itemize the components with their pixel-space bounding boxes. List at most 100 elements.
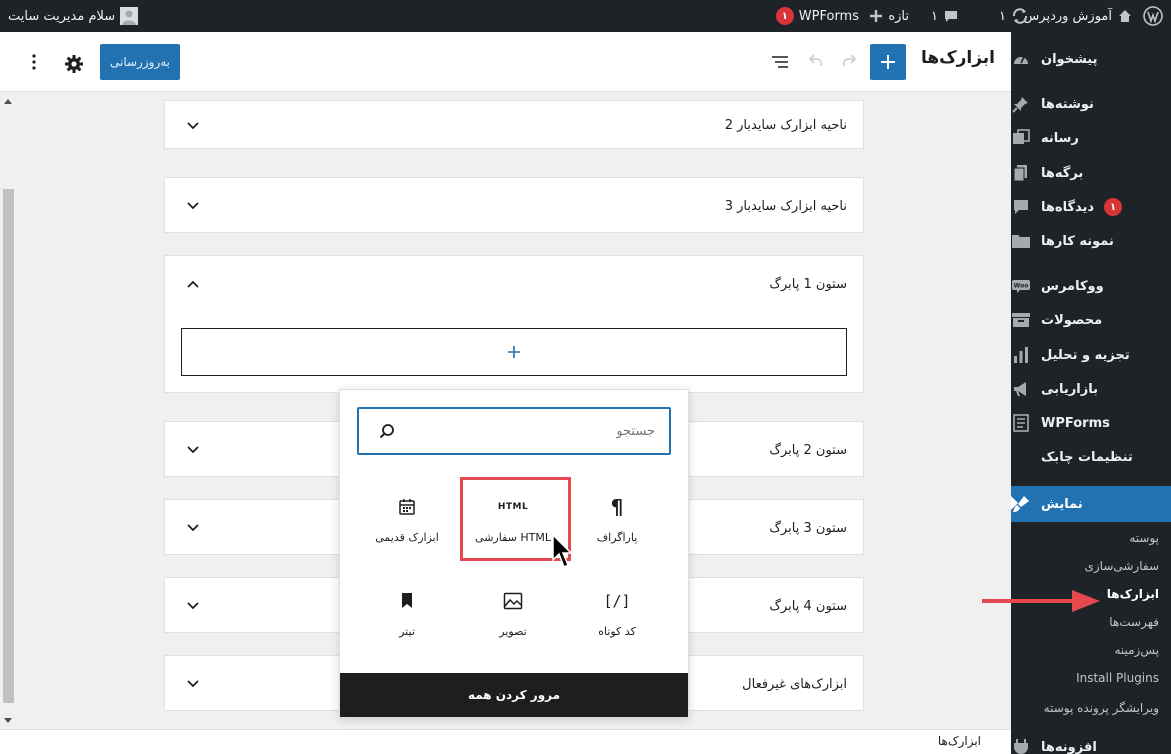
add-block-button[interactable] [870, 44, 906, 80]
shortcode-icon: [/] [603, 591, 631, 610]
submenu-item-install-plugins[interactable]: Install Plugins [1076, 665, 1159, 691]
plus-icon [881, 55, 895, 69]
gear-icon [65, 55, 83, 73]
options-button[interactable] [22, 50, 46, 74]
search-input[interactable] [405, 423, 655, 439]
mouse-cursor-icon [552, 533, 574, 574]
home-icon [1117, 8, 1133, 24]
submenu-item-menus[interactable]: فهرست‌ها [1109, 609, 1159, 635]
pages-icon [1011, 163, 1031, 183]
widget-area-sidebar-3[interactable]: ناحیه ابزارک سایدبار 3 [164, 177, 864, 233]
pin-icon [1011, 94, 1031, 114]
updates-link[interactable]: ۱ [999, 0, 1029, 32]
plugin-icon [1011, 737, 1031, 754]
comments-link[interactable]: ۱ [931, 0, 959, 32]
page-title: ابزارک‌ها [921, 48, 995, 68]
wpforms-badge: ۱ [775, 7, 794, 25]
refresh-icon [1011, 7, 1029, 25]
editor-footer: ابزارک‌ها [0, 729, 1011, 754]
svg-text:Woo: Woo [1014, 283, 1029, 290]
avatar [120, 7, 139, 25]
comment-icon [943, 8, 959, 24]
block-legacy-widget[interactable]: ابزارک قدیمی [352, 477, 462, 561]
plus-icon [869, 9, 883, 23]
menu-item-posts[interactable]: نوشته‌ها [1011, 87, 1171, 121]
chevron-down-icon[interactable] [185, 198, 201, 214]
megaphone-icon [1011, 379, 1031, 399]
menu-item-products[interactable]: محصولات [1011, 303, 1171, 337]
submenu-item-theme-editor[interactable]: ویرایشگر پرونده پوسته [1044, 695, 1159, 721]
menu-item-analytics[interactable]: تجزیه و تحلیل [1011, 338, 1171, 372]
submenu-item-themes[interactable]: پوسته [1129, 525, 1159, 551]
panel-title: ابزارک‌های غیرفعال [742, 676, 847, 692]
list-view-button[interactable] [768, 50, 792, 74]
menu-item-woocommerce[interactable]: ووکامرس Woo [1011, 269, 1171, 303]
wpforms-link[interactable]: WPForms ۱ [775, 0, 859, 32]
undo-icon [808, 54, 822, 66]
menu-item-media[interactable]: رسانه [1011, 121, 1171, 155]
menu-item-plugins[interactable]: افزونه‌ها [1011, 730, 1171, 754]
redo-icon [843, 54, 857, 66]
image-icon [503, 589, 523, 613]
paragraph-icon: ¶ [610, 494, 624, 519]
forms-icon [1011, 413, 1031, 433]
menu-item-appearance[interactable]: نمایش [1011, 486, 1171, 522]
brush-icon [1011, 494, 1031, 514]
submenu-item-customize[interactable]: سفارشی‌سازی [1084, 553, 1159, 579]
panel-title: ستون 1 پابرگ [769, 276, 847, 292]
menu-item-wpforms[interactable]: WPForms [1011, 406, 1171, 440]
chevron-down-icon[interactable] [185, 442, 201, 458]
chart-icon [1011, 345, 1031, 365]
search-box[interactable] [357, 407, 671, 455]
browse-all-button[interactable]: مرور کردن همه [340, 673, 688, 717]
block-shortcode[interactable]: [/] کد کوتاه [562, 571, 672, 655]
dashboard-icon [1011, 49, 1031, 69]
annotation-arrow-icon [980, 588, 1102, 618]
scroll-down-arrow[interactable] [4, 718, 12, 723]
menu-item-pages[interactable]: برگه‌ها [1011, 156, 1171, 190]
block-inserter-popover: ¶ پاراگراف HTML HTML سفارشی ابزارک قدیمی… [339, 389, 689, 718]
calendar-icon [398, 495, 416, 519]
widget-area-sidebar-2[interactable]: ناحیه ابزارک سایدبار 2 [164, 100, 864, 149]
panel-title: ستون 2 پابرگ [769, 442, 847, 458]
menu-item-dashboard[interactable]: پیشخوان [1011, 42, 1171, 76]
block-heading[interactable]: تیتر [352, 571, 462, 655]
scrollbar-thumb[interactable] [3, 189, 14, 703]
bookmark-icon [400, 589, 414, 613]
chevron-down-icon[interactable] [185, 676, 201, 692]
chevron-up-icon[interactable] [185, 276, 201, 292]
menu-item-portfolio[interactable]: نمونه کارها [1011, 224, 1171, 258]
block-paragraph[interactable]: ¶ پاراگراف [562, 477, 672, 561]
breadcrumb[interactable]: ابزارک‌ها [938, 734, 981, 748]
menu-item-comments[interactable]: ۱ دیدگاه‌ها [1011, 190, 1171, 224]
chevron-down-icon[interactable] [185, 598, 201, 614]
chevron-down-icon[interactable] [185, 118, 201, 134]
chevron-down-icon[interactable] [185, 520, 201, 536]
settings-button[interactable] [62, 52, 86, 76]
submenu-item-background[interactable]: پس‌زمینه [1114, 637, 1159, 663]
more-vertical-icon [32, 54, 36, 70]
menu-item-chabok-settings[interactable]: تنظیمات چابک [1011, 440, 1171, 474]
comments-badge: ۱ [1104, 198, 1123, 216]
undo-button[interactable] [804, 50, 828, 74]
editor-header: ابزارک‌ها به‌روزرسانی [0, 32, 1011, 92]
widget-area-footer-1[interactable]: ستون 1 پابرگ [164, 255, 864, 393]
block-appender-button[interactable] [181, 328, 847, 376]
new-content-link[interactable]: تازه [869, 0, 909, 32]
wp-logo-icon[interactable] [1143, 0, 1163, 32]
admin-menu: پیشخوان نوشته‌ها رسانه برگه‌ها ۱ دیدگاه‌… [1011, 32, 1171, 754]
my-account-link[interactable]: سلام مدیریت سایت [8, 0, 139, 32]
panel-title: ستون 3 پابرگ [769, 520, 847, 536]
site-name-link[interactable]: آموزش وردپرس [1023, 0, 1133, 32]
submenu-item-widgets[interactable]: ابزارک‌ها [1107, 581, 1159, 607]
scrollbar[interactable] [0, 93, 17, 729]
plus-icon [508, 346, 520, 358]
admin-bar: آموزش وردپرس ۱ ۱ تازه WPForms ۱ سلام مدی… [0, 0, 1171, 32]
list-view-icon [772, 56, 788, 68]
panel-title: ناحیه ابزارک سایدبار 2 [724, 118, 847, 133]
update-button[interactable]: به‌روزرسانی [100, 44, 180, 80]
menu-item-marketing[interactable]: بازاریابی [1011, 372, 1171, 406]
redo-button[interactable] [837, 50, 861, 74]
scroll-up-arrow[interactable] [4, 99, 12, 104]
block-image[interactable]: تصویر [458, 571, 568, 655]
